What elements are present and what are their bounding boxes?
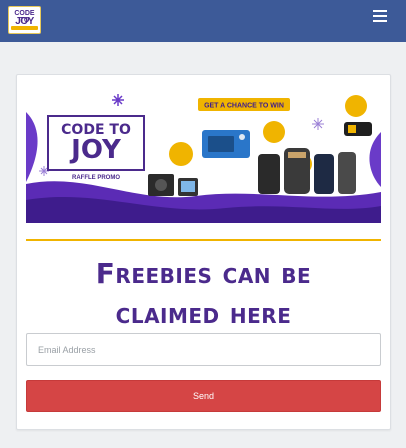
banner-title-line2: JOY — [69, 135, 122, 165]
hamburger-menu-icon[interactable] — [373, 9, 389, 23]
headline-line2: claimed here — [115, 297, 292, 330]
banner-cta: GET A CHANCE TO WIN — [204, 103, 284, 110]
headline-line1: Freebies can be — [95, 257, 312, 290]
banner-subtitle: RAFFLE PROMO — [72, 175, 120, 181]
top-navbar: CODE TO JOY — [0, 0, 406, 42]
email-input[interactable] — [26, 333, 381, 366]
yellow-divider — [26, 239, 381, 241]
promo-banner-graphic: CODE TO JOY RAFFLE PROMO GET A CHANCE TO… — [26, 92, 381, 223]
logo-accent-bar — [11, 26, 38, 30]
brand-logo[interactable]: CODE TO JOY — [8, 6, 41, 34]
send-button[interactable]: Send — [26, 380, 381, 412]
page-headline: Freebies can be claimed here — [26, 254, 381, 334]
promo-banner: CODE TO JOY RAFFLE PROMO GET A CHANCE TO… — [26, 92, 381, 223]
